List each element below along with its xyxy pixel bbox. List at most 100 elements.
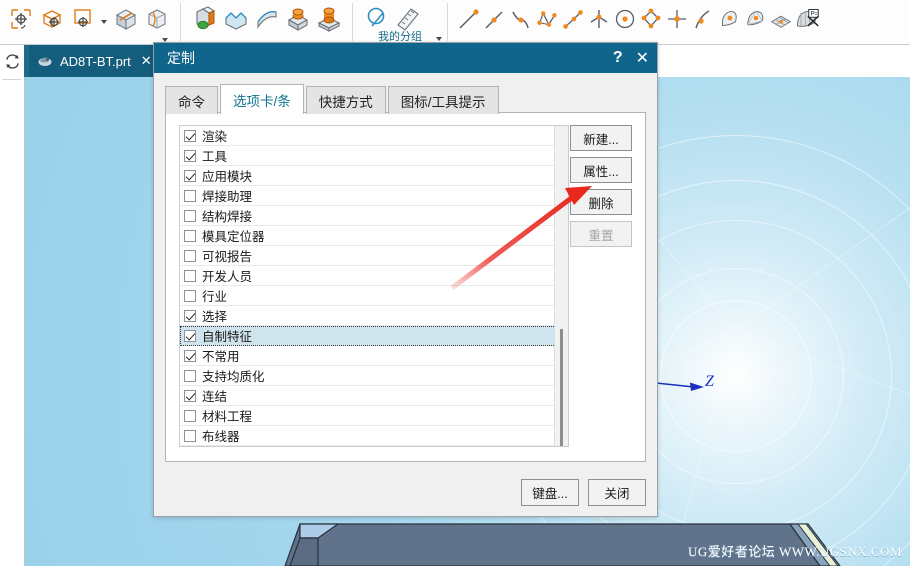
chevron-down-icon[interactable]: [101, 20, 107, 24]
checklist-row-label: 渲染: [202, 130, 228, 144]
checkbox-unchecked-icon[interactable]: [184, 209, 196, 222]
arc-circle-icon[interactable]: [638, 4, 664, 35]
checklist-row-label: 行业: [202, 290, 228, 304]
checkbox-checked-icon[interactable]: [184, 169, 196, 182]
toolbar-checklist[interactable]: 渲染工具应用模块焊接助理 结构焊接 模具定位器可视报告开发人员行业选择 自制特征 不常用…: [179, 125, 569, 447]
side-button-column[interactable]: 新建... 属性... 删除重置: [570, 125, 632, 253]
dialog-tab-1[interactable]: 选项卡/条: [220, 84, 304, 114]
resource-bar[interactable]: [0, 45, 25, 566]
side-button-2[interactable]: 删除: [570, 189, 632, 215]
dialog-tab-3[interactable]: 图标/工具提示: [387, 86, 499, 114]
checkbox-unchecked-icon[interactable]: [184, 189, 196, 202]
checkbox-unchecked-icon[interactable]: [184, 369, 196, 382]
checkbox-checked-icon[interactable]: [184, 349, 196, 362]
point-cross-icon[interactable]: [664, 4, 690, 35]
checklist-row[interactable]: 可视报告: [180, 246, 568, 266]
checkbox-checked-icon[interactable]: [184, 329, 196, 342]
checklist-row-label: 支持均质化: [202, 370, 265, 384]
light-ray: [734, 330, 910, 434]
boss-icon[interactable]: [282, 4, 313, 35]
checklist-row-label: 星空 V8.0: [202, 446, 256, 447]
z-axis-indicator: Z: [655, 373, 726, 402]
sweep-icon[interactable]: [220, 4, 251, 35]
checklist-row[interactable]: 应用模块: [180, 166, 568, 186]
part-file-icon: [38, 57, 52, 66]
checkbox-unchecked-icon[interactable]: [184, 429, 196, 442]
spline-curve-icon[interactable]: [508, 4, 534, 35]
toolbar-group-curve: P=: [451, 0, 825, 45]
checklist-row[interactable]: 布线器: [180, 426, 568, 446]
tab-panel-tabs-bars: 渲染工具应用模块焊接助理 结构焊接 模具定位器可视报告开发人员行业选择 自制特征 不常用…: [165, 112, 646, 462]
refresh-sync-icon[interactable]: [4, 53, 21, 70]
checklist-row[interactable]: 自制特征: [180, 326, 568, 346]
datum-square-icon[interactable]: [67, 4, 98, 35]
line-icon[interactable]: [456, 4, 482, 35]
checklist-row[interactable]: 材料工程: [180, 406, 568, 426]
dialog-bottom-buttons[interactable]: 键盘... 关闭: [521, 479, 646, 506]
checklist-row[interactable]: 焊接助理: [180, 186, 568, 206]
dialog-tab-0[interactable]: 命令: [165, 86, 218, 114]
checklist-row[interactable]: 连结: [180, 386, 568, 406]
light-ray: [734, 158, 910, 331]
checklist-row[interactable]: 结构焊接: [180, 206, 568, 226]
toolbar-divider: [180, 3, 181, 41]
close-icon[interactable]: ✕: [636, 48, 649, 68]
checkbox-unchecked-icon[interactable]: [184, 409, 196, 422]
circle-point-icon[interactable]: [612, 4, 638, 35]
side-button-1[interactable]: 属性...: [570, 157, 632, 183]
group-expand-caret[interactable]: [162, 37, 168, 42]
toolbar-group-my-group: 我的分组: [356, 0, 444, 45]
file-tab-close-icon[interactable]: ✕: [141, 53, 152, 69]
checklist-row[interactable]: 开发人员: [180, 266, 568, 286]
vertical-scrollbar[interactable]: [554, 126, 568, 446]
bottom-button-1[interactable]: 关闭: [588, 479, 646, 506]
side-button-3: 重置: [570, 221, 632, 247]
checkbox-checked-icon[interactable]: [184, 389, 196, 402]
polyline-icon[interactable]: [534, 4, 560, 35]
surface-icon[interactable]: [716, 4, 742, 35]
help-icon[interactable]: ?: [613, 49, 623, 67]
scrollbar-thumb[interactable]: [560, 329, 563, 446]
pattern-surface-icon[interactable]: P=: [794, 4, 820, 35]
ribbon-toolbar[interactable]: 我的分组 P=: [0, 0, 910, 45]
checklist-row[interactable]: 星空 V8.0: [180, 446, 568, 447]
file-tab-ad8t-bt[interactable]: AD8T-BT.prt ✕: [29, 45, 162, 77]
checkbox-checked-icon[interactable]: [184, 149, 196, 162]
studio-spline-icon[interactable]: [560, 4, 586, 35]
checklist-row[interactable]: 工具: [180, 146, 568, 166]
checklist-row[interactable]: 选择: [180, 306, 568, 326]
pad-icon[interactable]: [313, 4, 344, 35]
datum-plane-cube-icon[interactable]: [36, 4, 67, 35]
datum-csys-icon[interactable]: [5, 4, 36, 35]
checklist-row-label: 可视报告: [202, 250, 253, 264]
checklist-row[interactable]: 渲染: [180, 126, 568, 146]
bottom-button-0[interactable]: 键盘...: [521, 479, 579, 506]
group-dropdown-caret[interactable]: [436, 36, 442, 41]
checkbox-unchecked-icon[interactable]: [184, 269, 196, 282]
side-button-0[interactable]: 新建...: [570, 125, 632, 151]
mesh-surface-icon[interactable]: [742, 4, 768, 35]
curve-point-icon[interactable]: [690, 4, 716, 35]
swept-icon[interactable]: [251, 4, 282, 35]
grid-surface-icon[interactable]: [768, 4, 794, 35]
checkbox-checked-icon[interactable]: [184, 309, 196, 322]
checklist-row[interactable]: 行业: [180, 286, 568, 306]
block-icon[interactable]: [110, 4, 141, 35]
dialog-title-bar[interactable]: 定制 ? ✕: [154, 43, 657, 73]
customize-dialog[interactable]: 定制 ? ✕ 命令 选项卡/条 快捷方式 图标/工具提示 渲染工具应用模块焊接助理 结构…: [153, 42, 658, 517]
shell-icon[interactable]: [141, 4, 172, 35]
helix-icon[interactable]: [586, 4, 612, 35]
checkbox-checked-icon[interactable]: [184, 129, 196, 142]
checklist-row[interactable]: 支持均质化: [180, 366, 568, 386]
dialog-tab-2[interactable]: 快捷方式: [305, 86, 386, 114]
dialog-body: 命令 选项卡/条 快捷方式 图标/工具提示 渲染工具应用模块焊接助理 结构焊接 模具定位器…: [154, 73, 657, 518]
checklist-row[interactable]: 不常用: [180, 346, 568, 366]
checkbox-unchecked-icon[interactable]: [184, 249, 196, 262]
checklist-row-label: 应用模块: [202, 170, 253, 184]
extrude-icon[interactable]: [189, 4, 220, 35]
checkbox-unchecked-icon[interactable]: [184, 229, 196, 242]
checkbox-unchecked-icon[interactable]: [184, 289, 196, 302]
line-point-icon[interactable]: [482, 4, 508, 35]
checklist-row[interactable]: 模具定位器: [180, 226, 568, 246]
dialog-tab-list[interactable]: 命令 选项卡/条 快捷方式 图标/工具提示: [165, 84, 646, 114]
